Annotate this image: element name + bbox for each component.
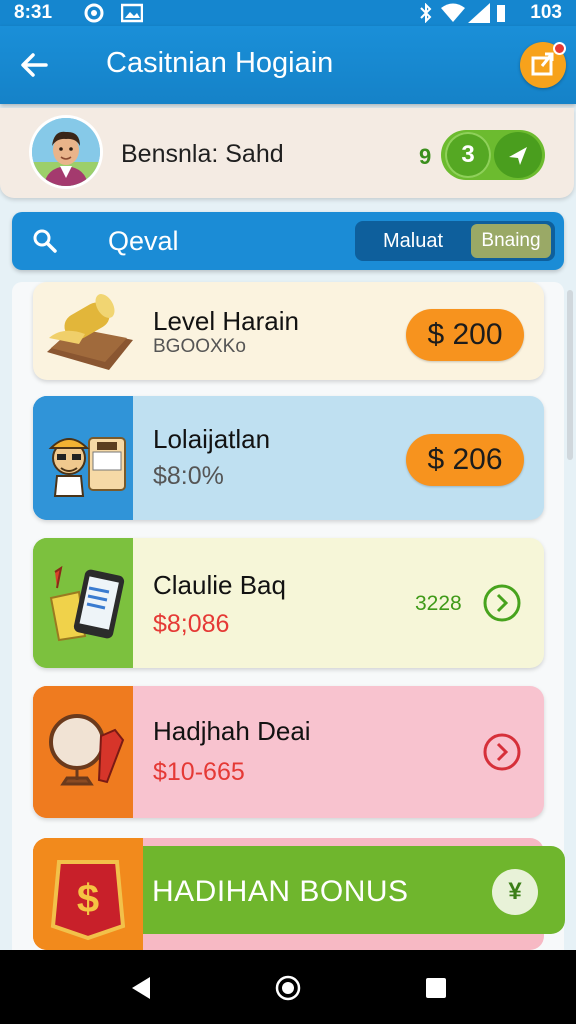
nav-back-icon[interactable] [128,975,154,1001]
bonus-button[interactable]: ¥ [492,869,538,915]
globe-trophy-icon [33,686,133,818]
list-item[interactable]: Hadjhah Deai $10-665 [33,686,544,818]
page-title: Casitnian Hogiain [106,47,334,79]
battery-level: 103 [530,2,562,23]
user-avatar-icon [32,118,100,186]
app-notification-icon [84,3,104,23]
chevron-right-icon[interactable] [482,583,522,623]
notification-button[interactable] [520,42,566,88]
search-bar[interactable]: Qeval Maluat Bnaing [12,212,564,270]
send-button[interactable] [494,132,542,178]
scrollbar[interactable] [567,290,573,460]
list-item[interactable]: Lolaijatlan $8:0% $ 206 [33,396,544,520]
chevron-right-icon[interactable] [482,732,522,772]
svg-text:$: $ [77,877,99,921]
card-thumbnail [33,538,133,668]
user-name: Bensnla: Sahd [121,140,284,168]
list-item[interactable]: Level Harain BGOOXKo $ 200 [33,282,544,380]
card-thumbnail [33,282,133,380]
small-count: 9 [419,144,432,169]
battery-icon [497,5,505,22]
send-arrow-icon [509,147,527,165]
card-subtitle: $8;086 [153,610,230,638]
search-icon [33,229,57,253]
back-arrow-icon[interactable] [18,48,52,82]
status-bar: 8:31 103 [0,0,576,26]
bonus-banner[interactable]: $ HADIHAN BONUS ¥ [33,838,565,950]
card-title: Claulie Baq [153,570,286,600]
toggle-option-a[interactable]: Maluat [355,221,471,261]
signal-icon [468,3,490,23]
card-subtitle: BGOOXKo [153,336,246,357]
profile-panel: Bensnla: Sahd 9 3 [0,108,574,198]
scroll-book-icon [47,294,133,370]
card-subtitle: $8:0% [153,462,224,490]
card-value: 3228 [415,592,462,615]
price-button[interactable]: $ 206 [406,434,524,486]
card-thumbnail [33,686,133,818]
search-input[interactable]: Qeval [108,226,179,257]
character-shop-icon [33,396,133,520]
app-bar: Casitnian Hogiain [0,26,576,104]
card-title: Lolaijatlan [153,424,271,454]
count-badge[interactable]: 3 [445,132,491,178]
system-nav-bar [0,950,576,1024]
card-thumbnail [33,396,133,520]
phone-document-icon [33,538,133,668]
image-notification-icon [121,3,143,23]
bonus-label: HADIHAN BONUS [152,875,409,908]
card-subtitle: $10-665 [153,758,245,786]
avatar[interactable] [32,118,100,186]
bonus-thumbnail: $ [33,838,143,950]
status-time: 8:31 [14,2,53,23]
card-title: Level Harain [153,306,299,336]
toggle-option-b[interactable]: Bnaing [471,224,551,258]
price-button[interactable]: $ 200 [406,309,524,361]
list-item[interactable]: Claulie Baq $8;086 3228 [33,538,544,668]
view-toggle: Maluat Bnaing [355,221,555,261]
notification-dot [553,42,566,55]
card-title: Hadjhah Deai [153,716,311,746]
wifi-icon [441,3,465,22]
nav-home-icon[interactable] [275,975,301,1001]
nav-recents-icon[interactable] [423,975,449,1001]
money-badge-icon: $ [33,838,143,950]
bluetooth-icon [420,3,432,23]
